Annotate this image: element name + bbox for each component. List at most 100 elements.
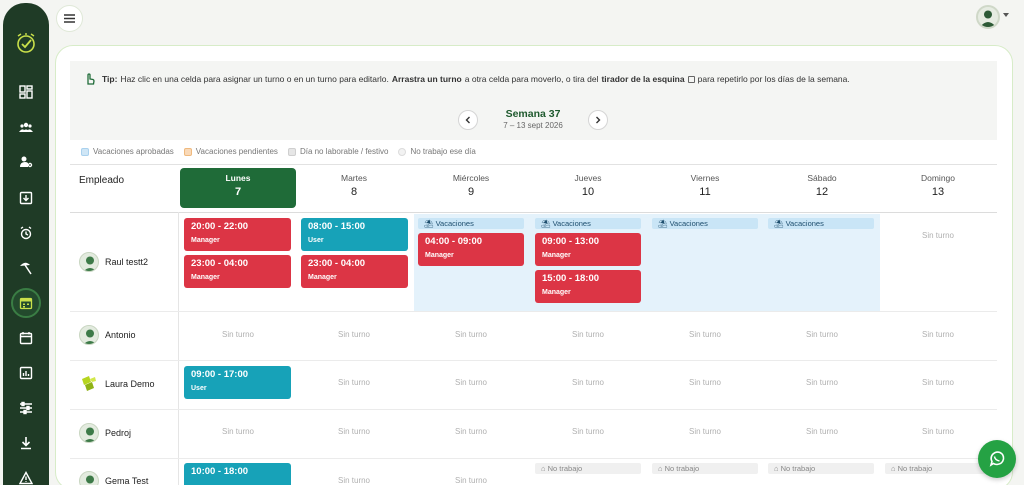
vacation-tag[interactable]: ⛱ Vacaciones: [768, 218, 874, 229]
day-number: 10: [581, 186, 595, 198]
empty-cell[interactable]: Sin turno: [530, 378, 646, 387]
empty-cell[interactable]: Sin turno: [880, 330, 996, 339]
employee-laura[interactable]: Laura Demo: [79, 374, 155, 394]
no-work-tag: ⌂ No trabajo: [652, 463, 758, 474]
empty-cell[interactable]: Sin turno: [880, 378, 996, 387]
legend: Vacaciones aprobadas Vacaciones pendient…: [81, 147, 476, 156]
avatar: [79, 374, 99, 394]
day-number: 7: [234, 186, 242, 198]
shift-card[interactable]: 20:00 - 22:00 Manager: [184, 218, 291, 251]
logo-avatar-icon: [82, 376, 96, 391]
shift-card[interactable]: 15:00 - 18:00 Manager: [535, 270, 641, 303]
chevron-left-icon: [465, 116, 470, 124]
bar-chart-icon: [19, 366, 33, 380]
empty-cell[interactable]: Sin turno: [647, 427, 763, 436]
tip-part3: para repetirlo por los días de la semana…: [697, 74, 850, 84]
empty-cell[interactable]: Sin turno: [296, 330, 412, 339]
day-name: Sábado: [807, 173, 837, 183]
empty-cell[interactable]: Sin turno: [764, 427, 880, 436]
empty-cell[interactable]: Sin turno: [413, 476, 529, 485]
tip-part2: a otra celda para moverlo, o tira del: [464, 74, 599, 84]
shift-card[interactable]: 23:00 - 04:00 Manager: [301, 255, 408, 288]
sidebar-vacations[interactable]: [11, 253, 41, 283]
download-icon: [21, 437, 31, 450]
shift-role: Manager: [542, 252, 571, 259]
whatsapp-button[interactable]: [978, 440, 1016, 478]
empty-cell[interactable]: Sin turno: [530, 427, 646, 436]
shift-card[interactable]: 09:00 - 13:00 Manager: [535, 233, 641, 266]
employee-raul[interactable]: Raul testt2: [79, 252, 148, 272]
employee-gema[interactable]: Gema Test: [79, 471, 148, 485]
shift-time: 09:00 - 13:00: [542, 236, 600, 247]
vacation-tag[interactable]: ⛱ Vacaciones: [418, 218, 524, 229]
user-icon: [83, 256, 97, 271]
empty-cell[interactable]: Sin turno: [296, 476, 412, 485]
menu-toggle-button[interactable]: [56, 5, 83, 32]
avatar-dropdown-caret-icon[interactable]: [1003, 13, 1009, 17]
empty-cell[interactable]: Sin turno: [180, 427, 296, 436]
empty-cell[interactable]: Sin turno: [413, 330, 529, 339]
vacation-label: Vacaciones: [435, 219, 474, 228]
shift-card[interactable]: 10:00 - 18:00: [184, 463, 291, 485]
no-work-tag: ⌂ No trabajo: [768, 463, 874, 474]
avatar: [79, 325, 99, 345]
empty-cell[interactable]: Sin turno: [296, 427, 412, 436]
user-avatar-button[interactable]: [976, 5, 1000, 29]
shift-card[interactable]: 09:00 - 17:00 User: [184, 366, 291, 399]
day-number: 12: [815, 186, 829, 198]
sidebar-schedule[interactable]: [11, 323, 41, 353]
shift-time: 09:00 - 17:00: [191, 369, 249, 380]
next-week-button[interactable]: [588, 110, 608, 130]
vacation-tag[interactable]: ⛱ Vacaciones: [535, 218, 641, 229]
shift-card[interactable]: 08:00 - 15:00 User: [301, 218, 408, 251]
no-work-label: No trabajo: [547, 464, 583, 473]
prev-week-button[interactable]: [458, 110, 478, 130]
legend-label: No trabajo ese día: [410, 147, 476, 156]
empty-cell[interactable]: Sin turno: [880, 427, 996, 436]
day-number: 8: [350, 186, 358, 198]
sidebar-settings[interactable]: [11, 147, 41, 177]
avatar: [79, 252, 99, 272]
legend-approved-vacations: Vacaciones aprobadas: [81, 147, 174, 156]
gear-person-icon: [20, 156, 33, 168]
day-name: Jueves: [574, 173, 602, 183]
day-name: Domingo: [920, 173, 956, 183]
sidebar-alarm[interactable]: [11, 218, 41, 248]
empty-cell[interactable]: Sin turno: [413, 427, 529, 436]
legend-pending-vacations: Vacaciones pendientes: [183, 147, 278, 156]
day-header-monday: Lunes 7: [180, 168, 296, 208]
sidebar-dashboard[interactable]: [11, 77, 41, 107]
employee-antonio[interactable]: Antonio: [79, 325, 136, 345]
day-name: Miércoles: [452, 173, 490, 183]
empty-cell[interactable]: Sin turno: [647, 330, 763, 339]
clock-logo-icon: [17, 33, 35, 53]
sidebar-inbox[interactable]: [11, 183, 41, 213]
avatar: [79, 471, 99, 485]
sidebar-export[interactable]: [11, 428, 41, 458]
empty-cell[interactable]: Sin turno: [764, 378, 880, 387]
chevron-right-icon: [596, 116, 601, 124]
vacation-tag[interactable]: ⛱ Vacaciones: [652, 218, 758, 229]
dashboard-icon: [19, 85, 33, 99]
empty-cell[interactable]: Sin turno: [647, 378, 763, 387]
shift-card[interactable]: 23:00 - 04:00 Manager: [184, 255, 291, 288]
empty-cell[interactable]: Sin turno: [180, 330, 296, 339]
sidebar-adjustments[interactable]: [11, 393, 41, 423]
empty-cell[interactable]: Sin turno: [413, 378, 529, 387]
sidebar-alerts[interactable]: [11, 463, 41, 485]
empty-cell[interactable]: Sin turno: [880, 231, 996, 240]
sidebar-reports[interactable]: [11, 358, 41, 388]
empty-cell[interactable]: Sin turno: [296, 378, 412, 387]
employee-pedroj[interactable]: Pedroj: [79, 423, 131, 443]
sidebar-calendar[interactable]: [11, 288, 41, 318]
legend-swatch: [287, 147, 296, 156]
user-icon: [86, 475, 94, 484]
shift-card[interactable]: 04:00 - 09:00 Manager: [418, 233, 524, 266]
no-work-label: No trabajo: [664, 464, 700, 473]
shift-role: Manager: [191, 274, 220, 281]
empty-cell[interactable]: Sin turno: [530, 330, 646, 339]
sidebar-employees[interactable]: [11, 112, 41, 142]
no-work-tag: ⌂ No trabajo: [535, 463, 641, 474]
empty-cell[interactable]: Sin turno: [764, 330, 880, 339]
shift-time: 20:00 - 22:00: [191, 221, 249, 232]
